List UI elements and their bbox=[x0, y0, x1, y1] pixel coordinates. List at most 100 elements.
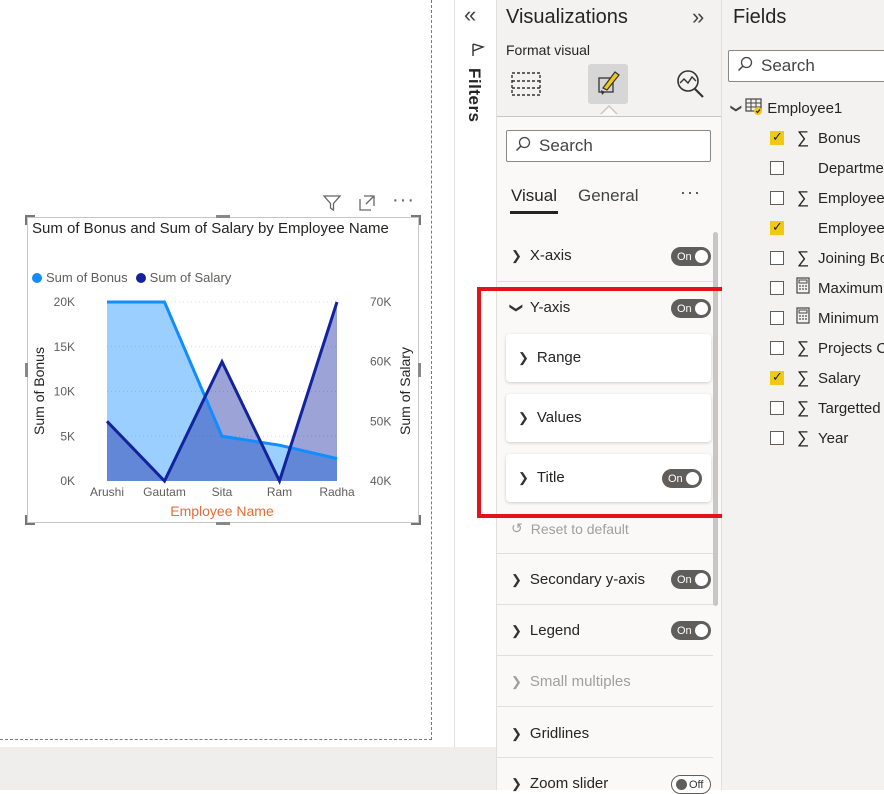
field-item[interactable]: ∑ Employee bbox=[770, 188, 884, 208]
secondary-y-axis-toggle[interactable]: On bbox=[671, 570, 711, 589]
sigma-icon: ∑ bbox=[796, 398, 810, 417]
field-checkbox[interactable] bbox=[770, 219, 784, 235]
section-label: Legend bbox=[529, 622, 580, 639]
field-label: Maximum bbox=[818, 279, 884, 297]
table-icon bbox=[745, 97, 763, 119]
sigma-icon: ∑ bbox=[796, 338, 810, 357]
format-search-input[interactable]: Search bbox=[506, 130, 711, 162]
field-checkbox[interactable] bbox=[770, 369, 784, 385]
tab-general[interactable]: General bbox=[578, 186, 638, 206]
sigma-icon: ∑ bbox=[796, 248, 810, 267]
y-tick-label: 20K bbox=[54, 295, 75, 309]
field-checkbox[interactable] bbox=[770, 401, 784, 415]
section-secondary-y-axis[interactable]: ❯ Secondary y-axis On bbox=[497, 555, 713, 605]
legend-toggle[interactable]: On bbox=[671, 621, 711, 640]
x-axis-toggle[interactable]: On bbox=[671, 247, 711, 266]
field-label: Salary bbox=[818, 369, 861, 387]
y2-tick-label: 60K bbox=[370, 355, 391, 369]
fields-title: Fields bbox=[733, 6, 787, 28]
chart-plot: 0K 5K 10K 15K 20K 40K 50K 60K 70K Arushi Gautam Sit… bbox=[31, 295, 413, 519]
analytics-icon[interactable] bbox=[670, 64, 710, 104]
field-label: Departme bbox=[818, 159, 884, 177]
sigma-icon: ∑ bbox=[796, 368, 810, 387]
expand-right-icon[interactable]: » bbox=[692, 4, 704, 30]
tab-visual[interactable]: Visual bbox=[511, 186, 557, 206]
x-axis-title: Employee Name bbox=[170, 503, 274, 519]
field-item[interactable]: ∑ Salary bbox=[770, 368, 861, 388]
search-placeholder: Search bbox=[761, 56, 815, 75]
section-legend[interactable]: ❯ Legend On bbox=[497, 606, 713, 656]
active-tab-caret bbox=[601, 107, 617, 115]
chart-visual[interactable]: Sum of Bonus and Sum of Salary by Employ… bbox=[25, 215, 421, 525]
y-tick-label: 0K bbox=[60, 474, 75, 488]
focus-mode-icon[interactable] bbox=[357, 193, 377, 218]
field-item[interactable]: Maximum bbox=[770, 277, 884, 298]
field-item[interactable]: ∑ Projects Co bbox=[770, 338, 884, 358]
y-tick-label: 5K bbox=[60, 429, 75, 443]
field-label: Joining Bo bbox=[818, 249, 884, 267]
field-item[interactable]: ∑ Targetted bbox=[770, 398, 881, 418]
field-label: Employee bbox=[818, 189, 884, 207]
field-item[interactable]: Departme bbox=[770, 158, 884, 178]
sigma-icon: ∑ bbox=[796, 428, 810, 447]
field-item[interactable]: Employee bbox=[770, 218, 884, 238]
collapse-left-icon[interactable]: « bbox=[464, 2, 476, 28]
field-item[interactable]: ∑ Joining Bo bbox=[770, 248, 884, 268]
tab-underline bbox=[510, 211, 558, 214]
filter-icon[interactable] bbox=[322, 193, 342, 218]
y2-tick-label: 50K bbox=[370, 414, 391, 428]
calculator-icon bbox=[794, 307, 812, 329]
fields-search-input[interactable]: Search bbox=[728, 50, 884, 82]
filter-pane-icon[interactable] bbox=[470, 42, 486, 62]
x-tick-label: Arushi bbox=[90, 485, 124, 499]
y-tick-label: 15K bbox=[54, 340, 75, 354]
search-icon bbox=[737, 56, 753, 77]
field-checkbox[interactable] bbox=[770, 129, 784, 145]
reset-label: Reset to default bbox=[530, 520, 629, 537]
build-visual-icon[interactable] bbox=[506, 64, 546, 104]
field-checkbox[interactable] bbox=[770, 431, 784, 445]
reset-to-default[interactable]: ↺ Reset to default bbox=[497, 518, 713, 554]
section-gridlines[interactable]: ❯ Gridlines bbox=[497, 708, 713, 758]
field-checkbox[interactable] bbox=[770, 161, 784, 175]
filters-label[interactable]: Filters bbox=[464, 68, 484, 123]
field-item[interactable]: ∑ Bonus bbox=[770, 128, 861, 148]
field-checkbox[interactable] bbox=[770, 191, 784, 205]
section-small-multiples: ❯ Small multiples bbox=[497, 657, 713, 707]
highlight-box bbox=[477, 287, 735, 518]
y-axis-title: Sum of Bonus bbox=[31, 347, 47, 435]
field-item[interactable]: ∑ Year bbox=[770, 428, 848, 448]
format-visual-label: Format visual bbox=[506, 42, 591, 58]
section-label: Zoom slider bbox=[529, 775, 609, 792]
chevron-right-icon: ❯ bbox=[511, 775, 522, 791]
search-placeholder: Search bbox=[539, 136, 593, 155]
field-checkbox[interactable] bbox=[770, 311, 784, 325]
sigma-icon: ∑ bbox=[796, 188, 810, 207]
field-checkbox[interactable] bbox=[770, 341, 784, 355]
field-item[interactable]: Minimum bbox=[770, 307, 879, 329]
format-paintbrush-icon[interactable] bbox=[588, 64, 628, 104]
field-label: Year bbox=[818, 429, 849, 447]
field-label: Minimum bbox=[818, 309, 879, 327]
search-icon bbox=[515, 136, 531, 157]
field-checkbox[interactable] bbox=[770, 281, 784, 295]
canvas-footer bbox=[0, 747, 496, 790]
field-label: Projects Co bbox=[818, 339, 884, 357]
field-label: Targetted bbox=[818, 399, 881, 417]
visualizations-title: Visualizations bbox=[506, 6, 628, 28]
section-x-axis[interactable]: ❯ X-axis On bbox=[497, 232, 713, 282]
y2-axis-title: Sum of Salary bbox=[397, 347, 413, 435]
zoom-slider-toggle[interactable]: Off bbox=[671, 775, 711, 794]
field-label: Bonus bbox=[818, 129, 861, 147]
section-zoom-slider[interactable]: ❯ Zoom slider Off bbox=[497, 760, 713, 794]
table-employee1[interactable]: ❯ Employee1 bbox=[730, 97, 843, 119]
table-name: Employee1 bbox=[767, 99, 843, 117]
x-tick-label: Gautam bbox=[143, 485, 186, 499]
field-checkbox[interactable] bbox=[770, 251, 784, 265]
more-options-icon[interactable]: ··· bbox=[392, 189, 415, 212]
chevron-right-icon: ❯ bbox=[511, 571, 522, 587]
more-options-icon[interactable]: ··· bbox=[680, 182, 701, 203]
x-tick-label: Radha bbox=[319, 485, 355, 499]
section-label: Gridlines bbox=[529, 725, 590, 742]
chevron-down-icon: ❯ bbox=[730, 103, 743, 113]
